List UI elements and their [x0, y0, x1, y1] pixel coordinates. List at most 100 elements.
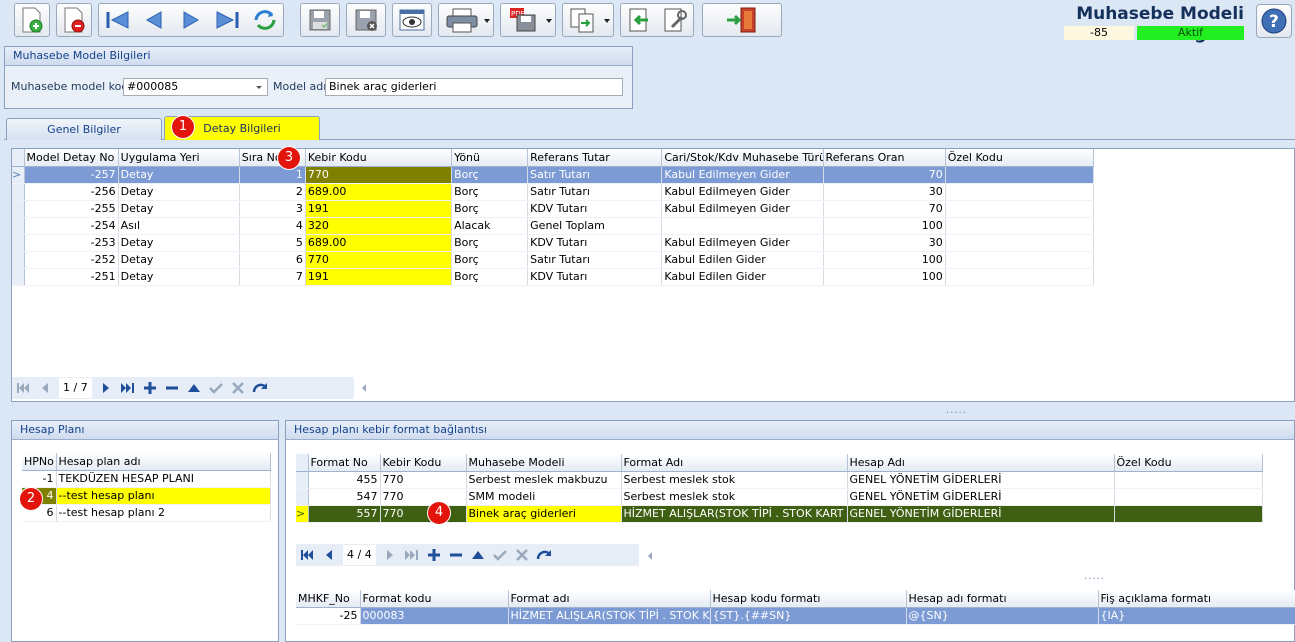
fmt-nav-add-icon[interactable] — [423, 544, 445, 566]
cell[interactable]: Detay — [118, 166, 240, 184]
cell[interactable]: Satır Tutarı — [527, 166, 663, 184]
refresh-icon[interactable] — [250, 8, 280, 32]
nav-edit-icon[interactable] — [183, 377, 205, 399]
cell[interactable]: 100 — [823, 217, 946, 235]
cell[interactable]: Borç — [451, 234, 529, 252]
cell[interactable]: KDV Tutarı — [527, 234, 663, 252]
col-uygulama-yeri[interactable]: Uygulama Yeri — [118, 149, 240, 167]
cell[interactable]: 000083 — [360, 607, 509, 625]
fmt-nav-refresh-icon[interactable] — [533, 544, 555, 566]
row-indicator[interactable] — [12, 200, 25, 218]
scroll-left-icon[interactable] — [362, 384, 366, 392]
cell[interactable]: -251 — [24, 268, 119, 286]
cell[interactable]: 1 — [239, 166, 306, 184]
cell[interactable]: 30 — [823, 183, 946, 201]
chevron-down-icon[interactable] — [256, 86, 262, 89]
exit-button[interactable] — [702, 3, 782, 37]
cell[interactable]: 100 — [823, 251, 946, 269]
cell[interactable]: 320 — [305, 217, 453, 235]
cell[interactable]: 30 — [823, 234, 946, 252]
col-format-adi[interactable]: Format Adı — [621, 454, 848, 472]
col-muhasebe-turu[interactable]: Cari/Stok/Kdv Muhasebe Türü — [661, 149, 824, 167]
cell[interactable]: 5 — [239, 234, 306, 252]
cell[interactable]: -253 — [24, 234, 119, 252]
cell[interactable]: 770 — [305, 166, 453, 184]
nav-first-icon[interactable] — [12, 377, 34, 399]
cell[interactable] — [945, 200, 1095, 218]
cell[interactable]: -257 — [24, 166, 119, 184]
col-ozel-kodu[interactable]: Özel Kodu — [945, 149, 1095, 167]
cell[interactable]: GENEL YÖNETİM GİDERLERİ — [847, 471, 1115, 489]
cell[interactable]: Genel Toplam — [527, 217, 663, 235]
fmt-nav-first-icon[interactable] — [296, 544, 318, 566]
col-format-no[interactable]: Format No — [308, 454, 381, 472]
cell[interactable]: 4 — [239, 217, 306, 235]
cell[interactable]: --test hesap planı — [56, 487, 271, 505]
fmt-nav-next-icon[interactable] — [379, 544, 401, 566]
list-item[interactable]: 6 --test hesap planı 2 — [22, 504, 271, 522]
tools-icon[interactable] — [662, 7, 688, 33]
nav-prev-icon[interactable] — [34, 377, 56, 399]
cell[interactable]: 557 — [308, 505, 381, 523]
cell[interactable]: Borç — [451, 268, 529, 286]
table-row[interactable]: -252 Detay 6 770 Borç Satır Tutarı Kabul Edile… — [12, 251, 1095, 269]
fmt-nav-last-icon[interactable] — [401, 544, 423, 566]
cell[interactable]: 70 — [823, 166, 946, 184]
export-dropdown-icon[interactable] — [604, 19, 610, 23]
fmt-nav-edit-icon[interactable] — [467, 544, 489, 566]
cell[interactable]: Borç — [451, 200, 529, 218]
nav-next-icon[interactable] — [95, 377, 117, 399]
splitter-handle[interactable]: ..... — [946, 405, 967, 416]
cell[interactable] — [1114, 488, 1263, 506]
cell[interactable]: @{SN} — [906, 607, 1099, 625]
save-and-close-button[interactable] — [346, 3, 386, 37]
cell[interactable]: Serbest meslek stok — [621, 471, 848, 489]
row-indicator[interactable] — [12, 251, 25, 269]
cell[interactable]: Detay — [118, 183, 240, 201]
col-hpno[interactable]: HPNo — [22, 453, 57, 471]
nav-delete-icon[interactable] — [161, 377, 183, 399]
previous-record-icon[interactable] — [139, 8, 169, 32]
cell[interactable]: 770 — [380, 505, 467, 523]
cell[interactable]: {IA} — [1098, 607, 1295, 625]
cell[interactable] — [945, 268, 1095, 286]
cell[interactable]: TEKDÜZEN HESAP PLANI — [56, 470, 271, 488]
cell[interactable]: Kabul Edilmeyen Gider — [661, 200, 824, 218]
cell[interactable]: 100 — [823, 268, 946, 286]
cell[interactable]: Binek araç giderleri — [466, 505, 622, 523]
cell[interactable]: GENEL YÖNETİM GİDERLERİ — [847, 488, 1115, 506]
cell[interactable]: -252 — [24, 251, 119, 269]
new-record-button[interactable] — [14, 3, 50, 37]
cell[interactable]: KDV Tutarı — [527, 200, 663, 218]
table-row[interactable]: -25 000083 HİZMET ALIŞLAR(STOK TİPİ . STOK… — [296, 607, 1295, 625]
back-icon[interactable] — [626, 7, 652, 33]
col-referans-oran[interactable]: Referans Oran — [823, 149, 946, 167]
print-dropdown-icon[interactable] — [484, 19, 490, 23]
cell[interactable]: Detay — [118, 234, 240, 252]
row-indicator[interactable]: > — [12, 166, 25, 184]
tab-genel-bilgiler[interactable]: Genel Bilgiler — [6, 118, 162, 140]
cell[interactable]: Serbest meslek stok — [621, 488, 848, 506]
col-mhkf-no[interactable]: MHKF_No — [296, 590, 361, 608]
row-indicator[interactable] — [12, 183, 25, 201]
cell[interactable]: -255 — [24, 200, 119, 218]
cell[interactable]: 191 — [305, 200, 453, 218]
col-fmt-kebir-kodu[interactable]: Kebir Kodu — [380, 454, 467, 472]
cell[interactable]: Detay — [118, 200, 240, 218]
cell[interactable]: Kabul Edilen Gider — [661, 251, 824, 269]
row-indicator[interactable] — [12, 268, 25, 286]
cell[interactable]: -25 — [296, 607, 361, 625]
col-muhasebe-modeli[interactable]: Muhasebe Modeli — [466, 454, 622, 472]
cell[interactable]: Kabul Edilen Gider — [661, 268, 824, 286]
cell[interactable]: HİZMET ALIŞLAR(STOK TİPİ . STOK KART — [508, 607, 711, 625]
cell[interactable]: Kabul Edilmeyen Gider — [661, 166, 824, 184]
model-name-input[interactable]: Binek araç giderleri — [325, 78, 623, 96]
col-fmt-ozel-kodu[interactable]: Özel Kodu — [1114, 454, 1263, 472]
table-row[interactable]: 455 770 Serbest meslek makbuzu Serbest mesl… — [296, 471, 1263, 489]
cell[interactable]: 7 — [239, 268, 306, 286]
cell[interactable]: Alacak — [451, 217, 529, 235]
table-row[interactable]: > -257 Detay 1 770 Borç Satır Tutarı Kabul Edil… — [12, 166, 1095, 184]
col-yonu[interactable]: Yönü — [451, 149, 529, 167]
col-hesap-adi-formati[interactable]: Hesap adı formatı — [906, 590, 1099, 608]
nav-last-icon[interactable] — [117, 377, 139, 399]
